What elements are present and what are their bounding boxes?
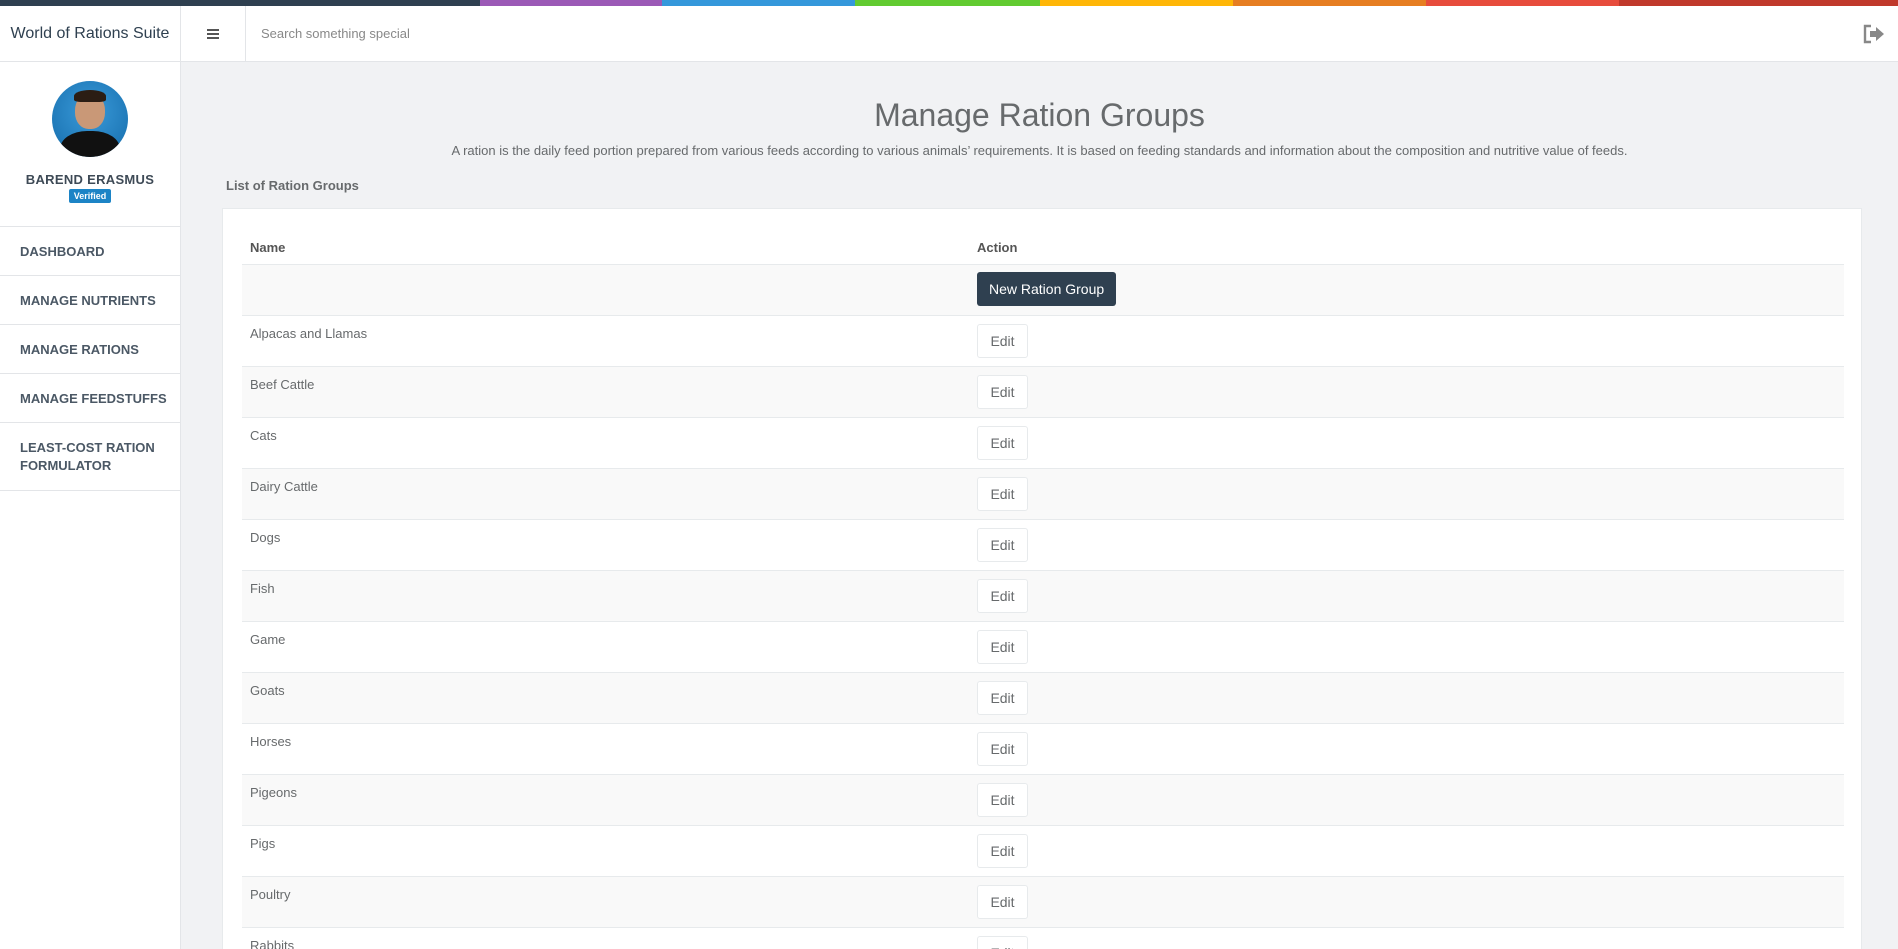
- ration-group-name: Cats: [242, 417, 969, 469]
- table-cell-action: New Ration Group: [969, 264, 1844, 316]
- search-input[interactable]: [246, 5, 1860, 62]
- table-row: Alpacas and Llamas Edit: [242, 315, 1844, 367]
- table-row: Dairy Cattle Edit: [242, 468, 1844, 520]
- ration-groups-table: Name Action New Ration Group Alpacas and…: [242, 231, 1844, 949]
- new-ration-group-button[interactable]: New Ration Group: [977, 271, 1117, 306]
- table-row: Goats Edit: [242, 672, 1844, 724]
- ration-group-name: Dairy Cattle: [242, 468, 969, 520]
- ration-group-name: Dogs: [242, 519, 969, 571]
- logout-button[interactable]: [1860, 20, 1888, 48]
- table-row: Dogs Edit: [242, 519, 1844, 571]
- table-cell-action: Edit: [969, 315, 1844, 367]
- hamburger-icon: [207, 32, 219, 35]
- table-row: Pigeons Edit: [242, 774, 1844, 826]
- ration-group-name: Game: [242, 621, 969, 673]
- column-header-action: Action: [969, 231, 1844, 265]
- sidebar-item-dashboard[interactable]: DASHBOARD: [0, 227, 180, 276]
- table-row-new: New Ration Group: [242, 264, 1844, 316]
- ration-group-name: Poultry: [242, 876, 969, 928]
- edit-button[interactable]: Edit: [977, 476, 1028, 511]
- table-row: Beef Cattle Edit: [242, 366, 1844, 418]
- logout-icon: [1863, 24, 1884, 43]
- edit-button[interactable]: Edit: [977, 935, 1028, 949]
- ration-group-name: Goats: [242, 672, 969, 724]
- table-cell-action: Edit: [969, 876, 1844, 928]
- edit-button[interactable]: Edit: [977, 833, 1028, 868]
- ration-group-name: Fish: [242, 570, 969, 622]
- table-row: Pigs Edit: [242, 825, 1844, 877]
- ration-group-name: Rabbits: [242, 927, 969, 949]
- ration-group-name: Alpacas and Llamas: [242, 315, 969, 367]
- table-cell-action: Edit: [969, 774, 1844, 826]
- page-description: A ration is the daily feed portion prepa…: [451, 143, 1628, 158]
- avatar[interactable]: [52, 81, 128, 157]
- table-cell-action: Edit: [969, 672, 1844, 724]
- section-label: List of Ration Groups: [226, 178, 359, 193]
- edit-button[interactable]: Edit: [977, 731, 1028, 766]
- sidebar-item-manage-nutrients[interactable]: MANAGE NUTRIENTS: [0, 276, 180, 325]
- edit-button[interactable]: Edit: [977, 578, 1028, 613]
- ration-group-name: Horses: [242, 723, 969, 775]
- sidebar-item-manage-rations[interactable]: MANAGE RATIONS: [0, 325, 180, 374]
- table-row: Fish Edit: [242, 570, 1844, 622]
- table-row: Cats Edit: [242, 417, 1844, 469]
- table-cell-action: Edit: [969, 570, 1844, 622]
- table-row: Horses Edit: [242, 723, 1844, 775]
- table-header-row: Name Action: [242, 231, 1844, 265]
- edit-button[interactable]: Edit: [977, 323, 1028, 358]
- ration-groups-panel: Name Action New Ration Group Alpacas and…: [222, 208, 1862, 949]
- user-profile: BAREND ERASMUS Verified: [0, 62, 180, 227]
- table-cell-action: Edit: [969, 417, 1844, 469]
- top-navbar: World of Rations Suite: [0, 5, 1898, 62]
- page-title: Manage Ration Groups: [874, 97, 1205, 133]
- user-name: BAREND ERASMUS: [25, 172, 155, 187]
- edit-button[interactable]: Edit: [977, 374, 1028, 409]
- table-cell-action: Edit: [969, 621, 1844, 673]
- table-row: Poultry Edit: [242, 876, 1844, 928]
- table-row: Rabbits Edit: [242, 927, 1844, 949]
- table-cell-action: Edit: [969, 366, 1844, 418]
- table-cell-action: Edit: [969, 468, 1844, 520]
- verified-badge: Verified: [68, 189, 112, 203]
- column-header-name: Name: [242, 231, 969, 265]
- ration-group-name: Pigs: [242, 825, 969, 877]
- menu-toggle-button[interactable]: [181, 5, 246, 62]
- ration-group-name: Pigeons: [242, 774, 969, 826]
- table-row: Game Edit: [242, 621, 1844, 673]
- avatar-hair: [74, 90, 106, 102]
- table-cell-empty: [242, 264, 969, 316]
- edit-button[interactable]: Edit: [977, 527, 1028, 562]
- app-title[interactable]: World of Rations Suite: [0, 5, 181, 62]
- edit-button[interactable]: Edit: [977, 884, 1028, 919]
- avatar-shirt: [60, 131, 120, 157]
- table-cell-action: Edit: [969, 825, 1844, 877]
- sidebar-item-manage-feedstuffs[interactable]: MANAGE FEEDSTUFFS: [0, 374, 180, 423]
- main-content: Manage Ration Groups A ration is the dai…: [181, 62, 1898, 949]
- edit-button[interactable]: Edit: [977, 782, 1028, 817]
- edit-button[interactable]: Edit: [977, 680, 1028, 715]
- edit-button[interactable]: Edit: [977, 629, 1028, 664]
- table-cell-action: Edit: [969, 723, 1844, 775]
- ration-group-name: Beef Cattle: [242, 366, 969, 418]
- edit-button[interactable]: Edit: [977, 425, 1028, 460]
- sidebar-item-least-cost-ration-formulator[interactable]: LEAST-COST RATION FORMULATOR: [0, 423, 180, 491]
- sidebar: BAREND ERASMUS Verified DASHBOARD MANAGE…: [0, 62, 181, 949]
- table-cell-action: Edit: [969, 927, 1844, 949]
- table-cell-action: Edit: [969, 519, 1844, 571]
